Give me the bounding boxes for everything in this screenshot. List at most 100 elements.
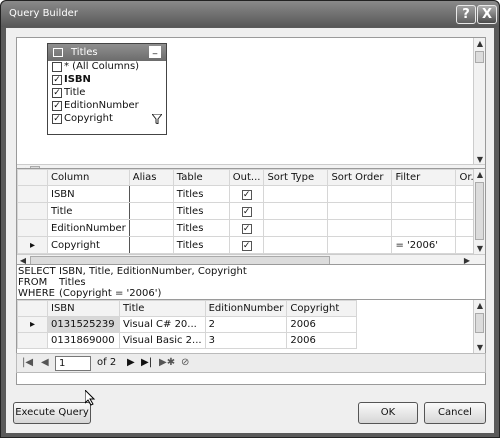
results-cell[interactable]: 2006 [286, 316, 358, 333]
page-number-input[interactable]: 1 [55, 356, 91, 371]
criteria-sort-type-cell[interactable] [263, 185, 329, 203]
output-checkbox[interactable]: ✓ [241, 189, 252, 200]
results-cell[interactable]: 0131869000 [47, 332, 120, 349]
results-cell[interactable]: Visual C# 20... [119, 316, 206, 333]
column-row-title[interactable]: ✓ Title [50, 87, 166, 100]
previous-record-icon[interactable]: ◀ [41, 357, 49, 368]
checkbox-title[interactable]: ✓ [52, 88, 62, 98]
column-row-isbn[interactable]: ✓ ISBN [50, 74, 166, 87]
stop-icon[interactable]: ⊘ [181, 357, 189, 368]
scroll-thumb[interactable] [475, 313, 484, 333]
table-box-titles[interactable]: Titles _ * (All Columns) ✓ ISBN ✓ Title … [47, 43, 167, 135]
new-record-icon[interactable]: ▶✱ [159, 357, 175, 368]
column-row-editionnumber[interactable]: ✓ EditionNumber [50, 100, 166, 113]
scroll-thumb[interactable] [475, 51, 484, 63]
criteria-sort-order-cell[interactable] [327, 236, 393, 254]
criteria-row[interactable]: Title Titles ✓ [17, 202, 485, 220]
criteria-row[interactable]: ISBN Titles ✓ [17, 185, 485, 203]
criteria-column-cell[interactable]: Title [47, 202, 130, 220]
criteria-table-cell[interactable]: Titles [172, 185, 230, 203]
row-selector[interactable] [17, 219, 48, 237]
results-vertical-scrollbar[interactable]: ▲ ▼ [473, 300, 485, 354]
criteria-alias-cell[interactable] [128, 185, 174, 203]
column-row-all[interactable]: * (All Columns) [50, 61, 166, 74]
help-button[interactable]: ? [456, 5, 476, 24]
output-checkbox[interactable]: ✓ [241, 206, 252, 217]
checkbox-all-columns[interactable] [52, 62, 62, 72]
results-cell[interactable]: 0131525239 [47, 316, 120, 333]
output-checkbox[interactable]: ✓ [241, 240, 252, 251]
scroll-up-arrow-icon[interactable]: ▲ [474, 38, 486, 50]
checkbox-isbn[interactable]: ✓ [52, 75, 62, 85]
criteria-output-cell[interactable]: ✓ [228, 236, 265, 254]
results-cell[interactable]: 2006 [286, 332, 358, 349]
checkbox-editionnumber[interactable]: ✓ [52, 101, 62, 111]
criteria-output-cell[interactable]: ✓ [228, 219, 265, 237]
criteria-table-cell[interactable]: Titles [172, 202, 230, 220]
scroll-thumb[interactable] [475, 182, 484, 240]
minimize-table-button[interactable]: _ [149, 46, 161, 58]
criteria-table-cell[interactable]: Titles [172, 236, 230, 254]
criteria-sort-type-cell[interactable] [263, 219, 329, 237]
results-header-cell[interactable]: EditionNumber [204, 300, 288, 317]
execute-query-button[interactable]: Execute Query [13, 402, 91, 424]
criteria-filter-cell[interactable]: = '2006' [391, 236, 457, 254]
header-filter[interactable]: Filter [391, 169, 457, 186]
criteria-alias-cell[interactable] [128, 236, 174, 254]
diagram-pane[interactable]: Titles _ * (All Columns) ✓ ISBN ✓ Title … [16, 37, 486, 177]
checkbox-copyright[interactable]: ✓ [52, 114, 62, 124]
close-button[interactable]: X [477, 5, 497, 24]
cancel-button[interactable]: Cancel [424, 402, 486, 424]
criteria-filter-cell[interactable] [391, 202, 457, 220]
row-selector[interactable] [17, 185, 48, 203]
results-row[interactable]: ▸ 0131525239 Visual C# 20... 2 2006 [17, 316, 358, 333]
criteria-row-current[interactable]: ▸ Copyright Titles ✓ = '2006' [17, 236, 485, 254]
column-row-copyright[interactable]: ✓ Copyright [50, 113, 166, 126]
criteria-output-cell[interactable]: ✓ [228, 202, 265, 220]
diagram-vertical-scrollbar[interactable]: ▲ ▼ [473, 38, 485, 166]
column-label: Title [64, 87, 86, 98]
last-record-icon[interactable]: ▶| [141, 357, 152, 368]
next-record-icon[interactable]: ▶ [127, 357, 135, 368]
header-sort-order[interactable]: Sort Order [327, 169, 393, 186]
criteria-row[interactable]: EditionNumber Titles ✓ [17, 219, 485, 237]
criteria-alias-cell[interactable] [128, 202, 174, 220]
criteria-sort-type-cell[interactable] [263, 202, 329, 220]
header-output[interactable]: Out... [228, 169, 265, 186]
scroll-up-arrow-icon[interactable]: ▲ [474, 300, 486, 312]
results-row[interactable]: 0131869000 Visual Basic 2... 3 2006 [17, 332, 358, 349]
criteria-alias-cell[interactable] [128, 219, 174, 237]
criteria-output-cell[interactable]: ✓ [228, 185, 265, 203]
results-cell[interactable]: 3 [204, 332, 288, 349]
header-sort-type[interactable]: Sort Type [263, 169, 329, 186]
results-header-cell[interactable]: ISBN [47, 300, 120, 317]
header-table[interactable]: Table [172, 169, 230, 186]
criteria-table-cell[interactable]: Titles [172, 219, 230, 237]
current-row-arrow-icon[interactable]: ▸ [17, 236, 48, 254]
row-selector[interactable] [17, 202, 48, 220]
header-alias[interactable]: Alias [128, 169, 174, 186]
output-checkbox[interactable]: ✓ [241, 223, 252, 234]
scroll-up-arrow-icon[interactable]: ▲ [474, 169, 486, 181]
column-label: Copyright [64, 113, 113, 124]
criteria-sort-order-cell[interactable] [327, 185, 393, 203]
criteria-column-cell[interactable]: Copyright [47, 236, 130, 254]
results-cell[interactable]: Visual Basic 2... [119, 332, 206, 349]
current-row-arrow-icon[interactable]: ▸ [17, 316, 48, 333]
criteria-filter-cell[interactable] [391, 185, 457, 203]
results-header-cell[interactable]: Title [119, 300, 206, 317]
criteria-column-cell[interactable]: ISBN [47, 185, 130, 203]
criteria-sort-type-cell[interactable] [263, 236, 329, 254]
criteria-filter-cell[interactable] [391, 219, 457, 237]
criteria-sort-order-cell[interactable] [327, 202, 393, 220]
results-header-cell[interactable]: Copyright [286, 300, 358, 317]
ok-button[interactable]: OK [358, 402, 418, 424]
results-cell[interactable]: 2 [204, 316, 288, 333]
header-column[interactable]: Column [47, 169, 130, 186]
first-record-icon[interactable]: |◀ [22, 357, 33, 368]
criteria-vertical-scrollbar[interactable]: ▲ ▼ [473, 169, 485, 255]
criteria-sort-order-cell[interactable] [327, 219, 393, 237]
criteria-column-cell[interactable]: EditionNumber [47, 219, 130, 237]
row-selector[interactable] [17, 332, 48, 349]
table-box-header[interactable]: Titles _ [48, 44, 166, 61]
